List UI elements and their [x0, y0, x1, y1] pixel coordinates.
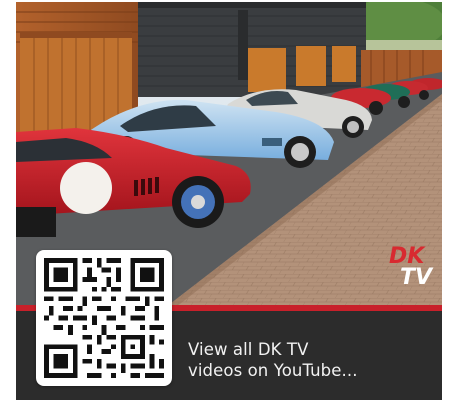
- qr-code[interactable]: [36, 250, 172, 386]
- dk-tv-logo: DK TV: [388, 240, 438, 290]
- caption-line-1: View all DK TV: [188, 340, 309, 359]
- dk-tv-promo-card[interactable]: DK TV View all DK TV videos on YouTube..…: [16, 2, 442, 400]
- caption-line-2: videos on YouTube...: [188, 361, 358, 380]
- svg-text:TV: TV: [400, 265, 434, 290]
- youtube-link-caption[interactable]: View all DK TV videos on YouTube...: [188, 339, 428, 381]
